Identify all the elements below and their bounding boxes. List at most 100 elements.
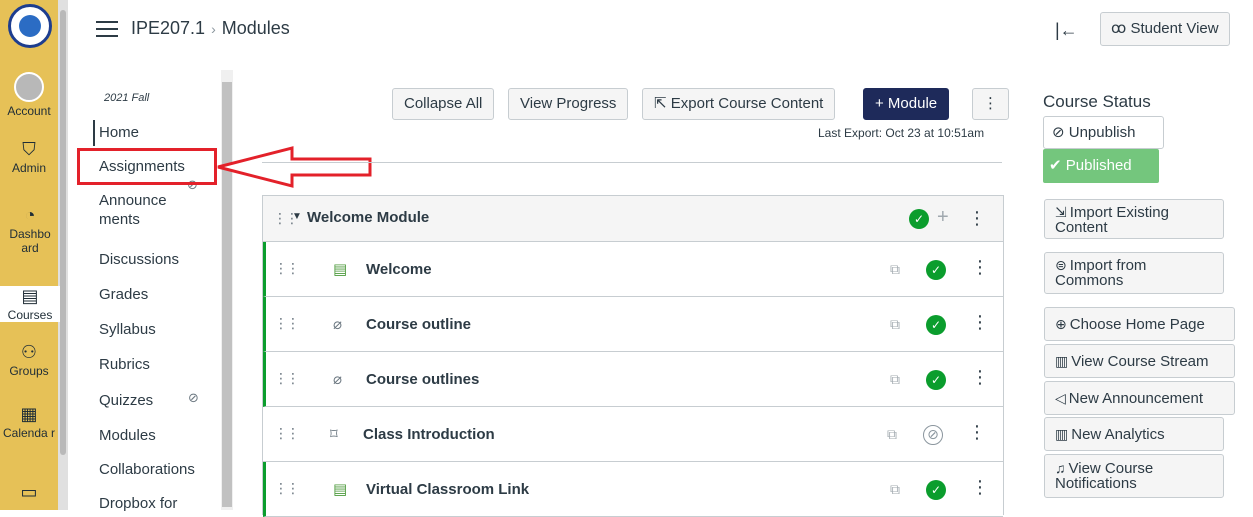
collapse-arrow-icon[interactable]: ▼ (292, 211, 302, 222)
divider (262, 162, 1002, 163)
unpublish-icon: ⊘ (1052, 124, 1069, 141)
course-nav-rubrics[interactable]: Rubrics (99, 355, 150, 374)
bell-icon: ♫ (1055, 460, 1066, 476)
item-menu-icon[interactable]: ⋮ (971, 312, 989, 333)
module-item-title[interactable]: Welcome (366, 261, 432, 278)
module-item[interactable]: ⋮⋮ ⌀ Course outline ⧉ ✓ ⋮ (263, 297, 1003, 352)
course-nav-discussions[interactable]: Discussions (99, 250, 179, 269)
view-course-stream-button[interactable]: ▥ View Course Stream (1044, 344, 1235, 378)
course-nav-modules[interactable]: Modules (99, 426, 156, 445)
check-circle-icon: ✔ (1049, 157, 1066, 174)
unpublish-button[interactable]: ⊘ Unpublish (1043, 116, 1164, 149)
annotation-highlight-box (77, 148, 217, 185)
course-nav-syllabus[interactable]: Syllabus (99, 320, 156, 339)
drag-handle-icon[interactable]: ⋮⋮ (274, 480, 300, 497)
published-icon[interactable]: ✓ (926, 260, 946, 280)
published-icon[interactable]: ✓ (926, 370, 946, 390)
import-icon: ⇲ (1055, 204, 1067, 220)
calendar-icon: ▦ (20, 404, 38, 424)
duplicate-icon[interactable]: ⧉ (890, 481, 900, 498)
module-item[interactable]: ⋮⋮ ⌀ Course outlines ⧉ ✓ ⋮ (263, 352, 1003, 407)
course-nav-quizzes[interactable]: Quizzes (99, 391, 153, 410)
glasses-icon: ꝏ (1111, 20, 1131, 37)
attachment-icon: ⌀ (333, 371, 343, 388)
module-item-title[interactable]: Course outlines (366, 371, 479, 388)
module-header[interactable]: ⋮⋮ ▼ Welcome Module ✓ + ⋮ (263, 196, 1003, 242)
module-item-title[interactable]: Virtual Classroom Link (366, 481, 529, 498)
collapse-sidebar-icon[interactable]: |← (1055, 20, 1078, 41)
drag-handle-icon[interactable]: ⋮⋮ (274, 315, 300, 332)
nav-dashboard[interactable]: ◔ Dashbo ard (0, 205, 60, 255)
import-existing-label: Import Existing Content (1055, 204, 1169, 236)
published-button[interactable]: ✔ Published (1043, 149, 1159, 183)
breadcrumb-course[interactable]: IPE207.1 (131, 18, 205, 38)
module-menu-icon[interactable]: ⋮ (968, 208, 986, 229)
course-menu-toggle[interactable] (96, 21, 118, 37)
institution-logo[interactable] (8, 4, 52, 48)
view-course-notifications-button[interactable]: ♫ View Course Notifications (1044, 454, 1224, 498)
export-course-content-button[interactable]: ⇱ Export Course Content (642, 88, 836, 120)
collapse-all-button[interactable]: Collapse All (392, 88, 495, 120)
duplicate-icon[interactable]: ⧉ (890, 316, 900, 333)
avatar (14, 72, 44, 102)
commons-icon: ⊜ (1055, 257, 1067, 273)
export-label: Export Course Content (670, 95, 824, 112)
module-item-title[interactable]: Course outline (366, 316, 471, 333)
nav-calendar[interactable]: ▦ Calenda r (0, 404, 58, 440)
drag-handle-icon[interactable]: ⋮⋮ (274, 425, 300, 442)
stream-icon: ▥ (1055, 353, 1069, 369)
view-progress-button[interactable]: View Progress (508, 88, 629, 120)
breadcrumb-separator: › (211, 21, 216, 37)
item-menu-icon[interactable]: ⋮ (971, 367, 989, 388)
duplicate-icon[interactable]: ⧉ (887, 426, 897, 443)
breadcrumb-page[interactable]: Modules (222, 18, 290, 38)
published-icon[interactable]: ✓ (926, 480, 946, 500)
course-nav-announcements[interactable]: Announce ments (99, 191, 189, 229)
toolbar-more-button[interactable]: ⋮ (972, 88, 1009, 120)
groups-icon: ⚇ (20, 342, 38, 362)
module-item-title[interactable]: Class Introduction (363, 426, 495, 443)
course-nav-grades[interactable]: Grades (99, 285, 148, 304)
import-from-commons-button[interactable]: ⊜ Import from Commons (1044, 252, 1224, 294)
import-existing-content-button[interactable]: ⇲ Import Existing Content (1044, 199, 1224, 239)
drag-handle-icon[interactable]: ⋮⋮ (274, 260, 300, 277)
course-nav-collaborations[interactable]: Collaborations (99, 460, 195, 479)
annotation-arrow (217, 146, 372, 188)
nav-admin-label: Admin (11, 161, 46, 175)
target-icon: ⊕ (1055, 316, 1067, 332)
add-module-button[interactable]: + Module (863, 88, 950, 120)
drag-handle-icon[interactable]: ⋮⋮ (274, 370, 300, 387)
course-term: 2021 Fall (104, 92, 150, 104)
choose-home-label: Choose Home Page (1069, 316, 1205, 333)
item-menu-icon[interactable]: ⋮ (968, 422, 986, 443)
published-icon[interactable]: ✓ (909, 209, 929, 229)
course-nav-home[interactable]: Home (99, 123, 139, 142)
student-view-button[interactable]: ꝏ Student View (1100, 12, 1230, 46)
new-announcement-label: New Announcement (1068, 390, 1204, 407)
module-item[interactable]: ⋮⋮ ▤ Welcome ⧉ ✓ ⋮ (263, 242, 1003, 297)
course-nav-dropbox[interactable]: Dropbox for (99, 494, 177, 513)
duplicate-icon[interactable]: ⧉ (890, 261, 900, 278)
duplicate-icon[interactable]: ⧉ (890, 371, 900, 388)
item-menu-icon[interactable]: ⋮ (971, 257, 989, 278)
global-nav-scroll-thumb[interactable] (60, 10, 66, 455)
page-icon: ▤ (333, 261, 348, 278)
nav-account[interactable]: Account (0, 72, 58, 118)
view-stream-label: View Course Stream (1071, 353, 1209, 370)
published-icon[interactable]: ✓ (926, 315, 946, 335)
new-analytics-button[interactable]: ▥ New Analytics (1044, 417, 1224, 451)
item-menu-icon[interactable]: ⋮ (971, 477, 989, 498)
module-item[interactable]: ⋮⋮ ⌑ Class Introduction ⧉ ⊘ ⋮ (263, 407, 1003, 462)
page-icon: ▤ (333, 481, 348, 498)
module-item[interactable]: ⋮⋮ ▤ Virtual Classroom Link ⧉ ✓ ⋮ (263, 462, 1003, 517)
nav-admin[interactable]: ⛉ Admin (0, 139, 58, 175)
add-item-icon[interactable]: + (937, 206, 949, 229)
choose-home-page-button[interactable]: ⊕ Choose Home Page (1044, 307, 1235, 341)
new-announcement-button[interactable]: ◁ New Announcement (1044, 381, 1235, 415)
unpublished-icon[interactable]: ⊘ (923, 425, 943, 445)
nav-courses[interactable]: ▤ Courses (0, 286, 60, 322)
export-icon: ⇱ (654, 95, 671, 112)
nav-inbox[interactable]: ▭ (0, 482, 58, 504)
nav-courses-label: Courses (7, 308, 53, 322)
nav-groups[interactable]: ⚇ Groups (0, 342, 58, 378)
